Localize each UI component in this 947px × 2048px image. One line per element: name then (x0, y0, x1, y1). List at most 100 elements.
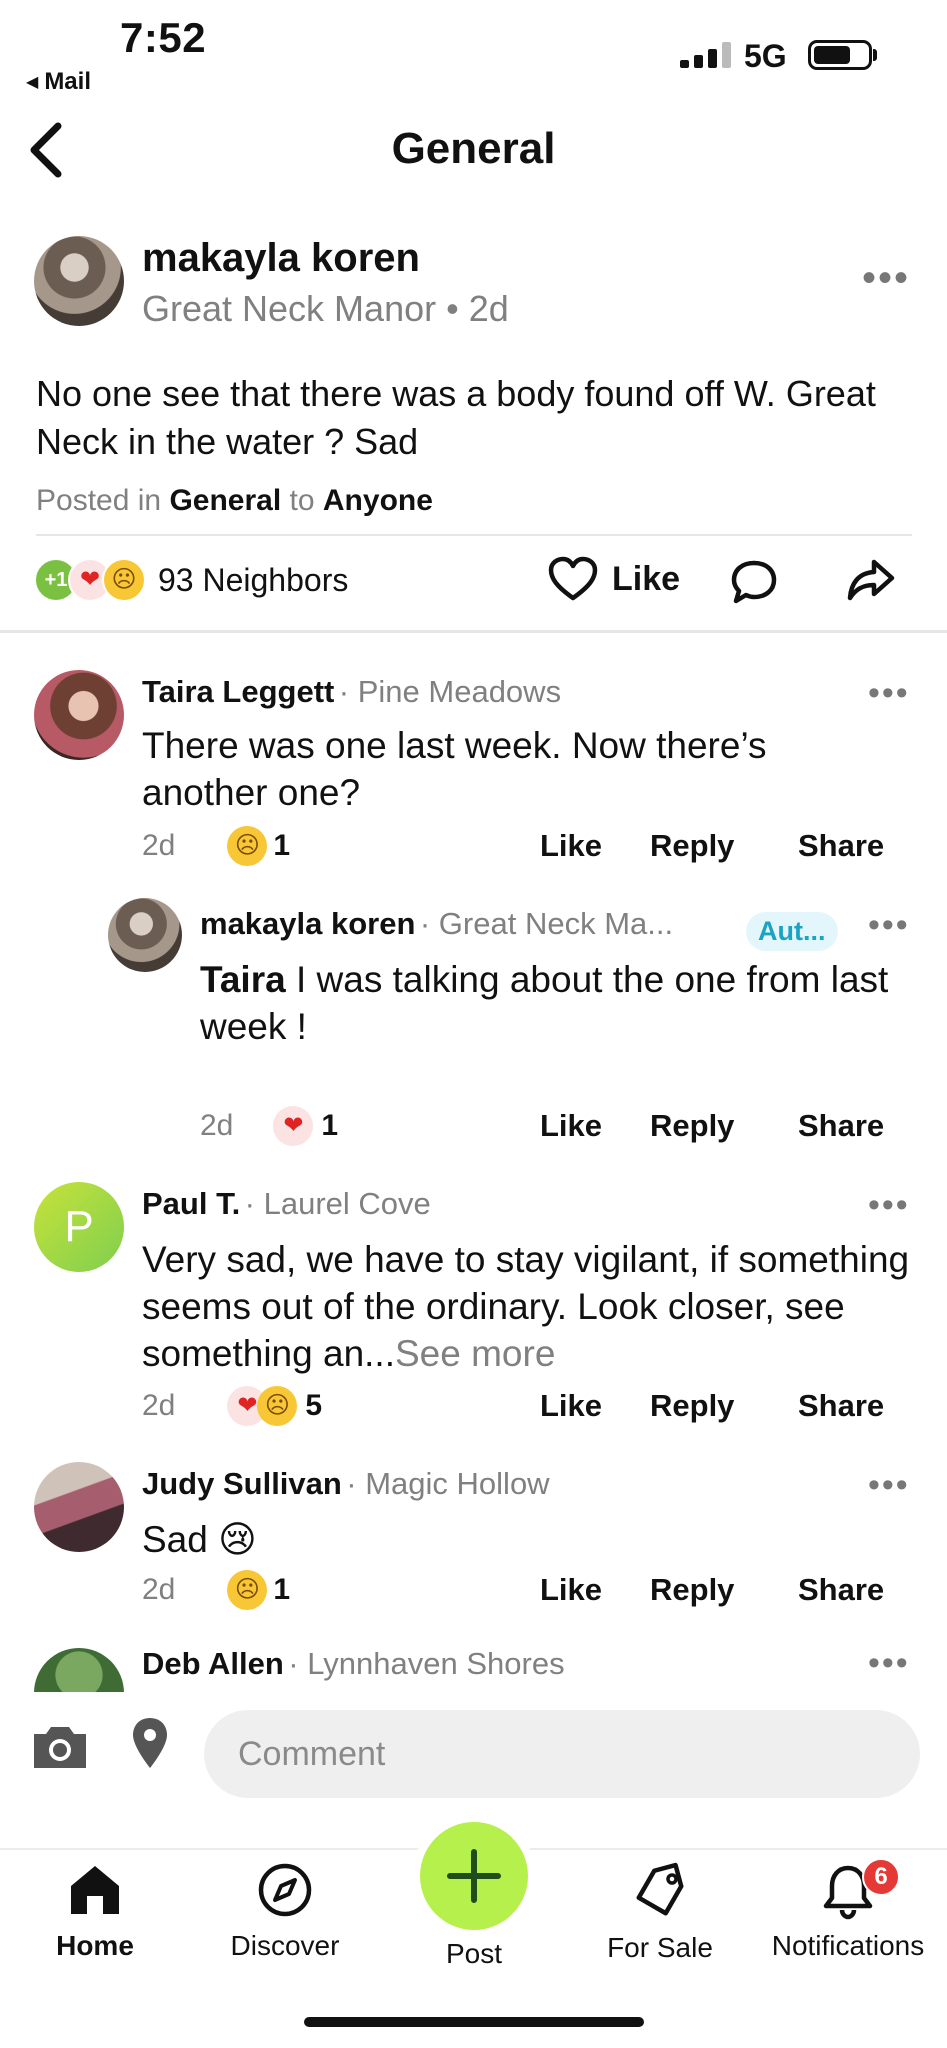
commenter-neighborhood[interactable]: · Magic Hollow (346, 1466, 549, 1501)
comment-reply-button[interactable]: Reply (650, 1388, 734, 1424)
see-more-link[interactable]: See more (395, 1333, 555, 1374)
posted-in-group-link[interactable]: General (169, 484, 281, 517)
comment-header: Deb Allen · Lynnhaven Shores (142, 1646, 565, 1682)
page-title: General (391, 124, 556, 173)
comment-reaction-count[interactable]: 1 (273, 1573, 290, 1607)
reply-more-options-icon[interactable]: ••• (868, 906, 910, 945)
comment-input[interactable] (204, 1710, 920, 1798)
network-type: 5G (744, 38, 787, 74)
posted-to-prefix: to (289, 484, 315, 517)
tab-discover-label: Discover (230, 1930, 340, 1961)
post-divider (36, 534, 912, 536)
comment-more-options-icon[interactable]: ••• (868, 1466, 910, 1505)
sad-reaction-icon: ☹ (102, 558, 146, 602)
commenter-avatar[interactable] (34, 670, 124, 760)
compass-icon (258, 1863, 312, 1917)
clipped-comment: Deb Allen · Lynnhaven Shores ••• (0, 1640, 947, 1692)
post-button[interactable] (420, 1822, 528, 1930)
reply-author-avatar[interactable] (108, 898, 182, 972)
posted-in-prefix: Posted in (36, 484, 162, 517)
audience-label: Anyone (322, 484, 433, 517)
post-like-button[interactable]: Like (548, 556, 680, 602)
comment-reaction-count[interactable]: 1 (273, 829, 290, 863)
commenter-name[interactable]: Taira Leggett (142, 674, 334, 709)
comment-text: Very sad, we have to stay vigilant, if s… (142, 1236, 922, 1377)
commenter-avatar[interactable] (34, 1648, 124, 1692)
reply-reply-button[interactable]: Reply (650, 1108, 734, 1144)
comment-more-options-icon[interactable]: ••• (868, 674, 910, 713)
location-pin-icon[interactable] (130, 1716, 170, 1770)
post-neighborhood[interactable]: Great Neck Manor (142, 288, 436, 329)
heart-reaction-icon: ❤ (273, 1106, 314, 1146)
comment-bubble-icon[interactable] (730, 558, 778, 606)
author-badge: Aut... (746, 912, 838, 951)
post-reactions[interactable]: +1 ❤ ☹ 93 Neighbors (34, 558, 348, 602)
reaction-neighbors-count[interactable]: 93 Neighbors (158, 562, 348, 599)
comment-like-button[interactable]: Like (540, 1388, 602, 1424)
reply-age: 2d (200, 1109, 234, 1142)
tab-post-label[interactable]: Post (414, 1938, 534, 1970)
share-arrow-icon[interactable] (846, 556, 896, 604)
comment-reaction-count[interactable]: 5 (305, 1389, 322, 1423)
price-tag-icon (636, 1862, 684, 1916)
comment-reply-button[interactable]: Reply (650, 1572, 734, 1608)
commenter-neighborhood[interactable]: · Lynnhaven Shores (288, 1646, 564, 1681)
comment-header: Paul T. · Laurel Cove (142, 1186, 431, 1222)
sad-reaction-icon: ☹ (227, 826, 268, 866)
reply-author-neighborhood[interactable]: · Great Neck Ma... (420, 906, 673, 941)
comment-share-button[interactable]: Share (798, 828, 884, 864)
comment-age: 2d (142, 1573, 176, 1606)
comment-meta: 2d ☹ 1 (142, 826, 290, 866)
comment-like-button[interactable]: Like (540, 1572, 602, 1608)
back-to-app-link[interactable]: ◀ Mail (26, 68, 91, 96)
post-more-options-icon[interactable]: ••• (862, 258, 910, 298)
meta-dot: • (446, 288, 469, 329)
status-time: 7:52 (120, 14, 207, 61)
tab-notifications-label: Notifications (771, 1930, 925, 1961)
tab-discover[interactable]: Discover (210, 1862, 360, 1962)
back-triangle-icon: ◀ (26, 74, 39, 91)
comment-age: 2d (142, 1389, 176, 1422)
commenter-name[interactable]: Deb Allen (142, 1646, 284, 1681)
tab-home-label: Home (56, 1930, 134, 1961)
post-section-divider (0, 630, 947, 633)
tab-home[interactable]: Home (40, 1862, 150, 1962)
tab-for-sale[interactable]: For Sale (590, 1862, 730, 1964)
post-author-avatar[interactable] (34, 236, 124, 326)
commenter-neighborhood[interactable]: · Pine Meadows (339, 674, 561, 709)
comment-text: Sad 😢 (142, 1519, 257, 1560)
comment-more-options-icon[interactable]: ••• (868, 1186, 910, 1225)
commenter-name[interactable]: Paul T. (142, 1186, 240, 1221)
camera-icon[interactable] (30, 1722, 90, 1772)
reply-header: makayla koren · Great Neck Ma... (200, 906, 673, 942)
battery-tip (873, 49, 877, 61)
reply-share-button[interactable]: Share (798, 1108, 884, 1144)
heart-outline-icon (548, 556, 598, 601)
comment-age: 2d (142, 829, 176, 862)
commenter-avatar[interactable] (34, 1462, 124, 1552)
tab-for-sale-label: For Sale (607, 1932, 713, 1963)
commenter-neighborhood[interactable]: · Laurel Cove (245, 1186, 431, 1221)
back-app-label: Mail (44, 68, 91, 95)
reply-like-button[interactable]: Like (540, 1108, 602, 1144)
comment-text: There was one last week. Now there’s ano… (142, 725, 767, 813)
reply-author-name[interactable]: makayla koren (200, 906, 415, 941)
comment-reply-button[interactable]: Reply (650, 828, 734, 864)
comment-more-options-icon[interactable]: ••• (868, 1644, 910, 1683)
plus-icon (447, 1849, 501, 1903)
comment-like-button[interactable]: Like (540, 828, 602, 864)
sad-reaction-icon: ☹ (227, 1570, 268, 1610)
reply-reaction-count[interactable]: 1 (321, 1109, 338, 1143)
home-indicator[interactable] (304, 2017, 644, 2027)
comment-share-button[interactable]: Share (798, 1572, 884, 1608)
reply-text: Taira I was talking about the one from l… (200, 956, 910, 1050)
post-author-name[interactable]: makayla koren (142, 236, 420, 281)
notifications-count-badge: 6 (862, 1858, 900, 1896)
reply-mention[interactable]: Taira (200, 959, 286, 1000)
tab-notifications[interactable]: Notifications (758, 1862, 938, 1962)
commenter-name[interactable]: Judy Sullivan (142, 1466, 342, 1501)
reply-meta: 2d ❤ 1 (200, 1106, 338, 1146)
comment-share-button[interactable]: Share (798, 1388, 884, 1424)
posted-in-line: Posted in General to Anyone (36, 484, 433, 518)
commenter-avatar-letter[interactable]: P (34, 1182, 124, 1272)
